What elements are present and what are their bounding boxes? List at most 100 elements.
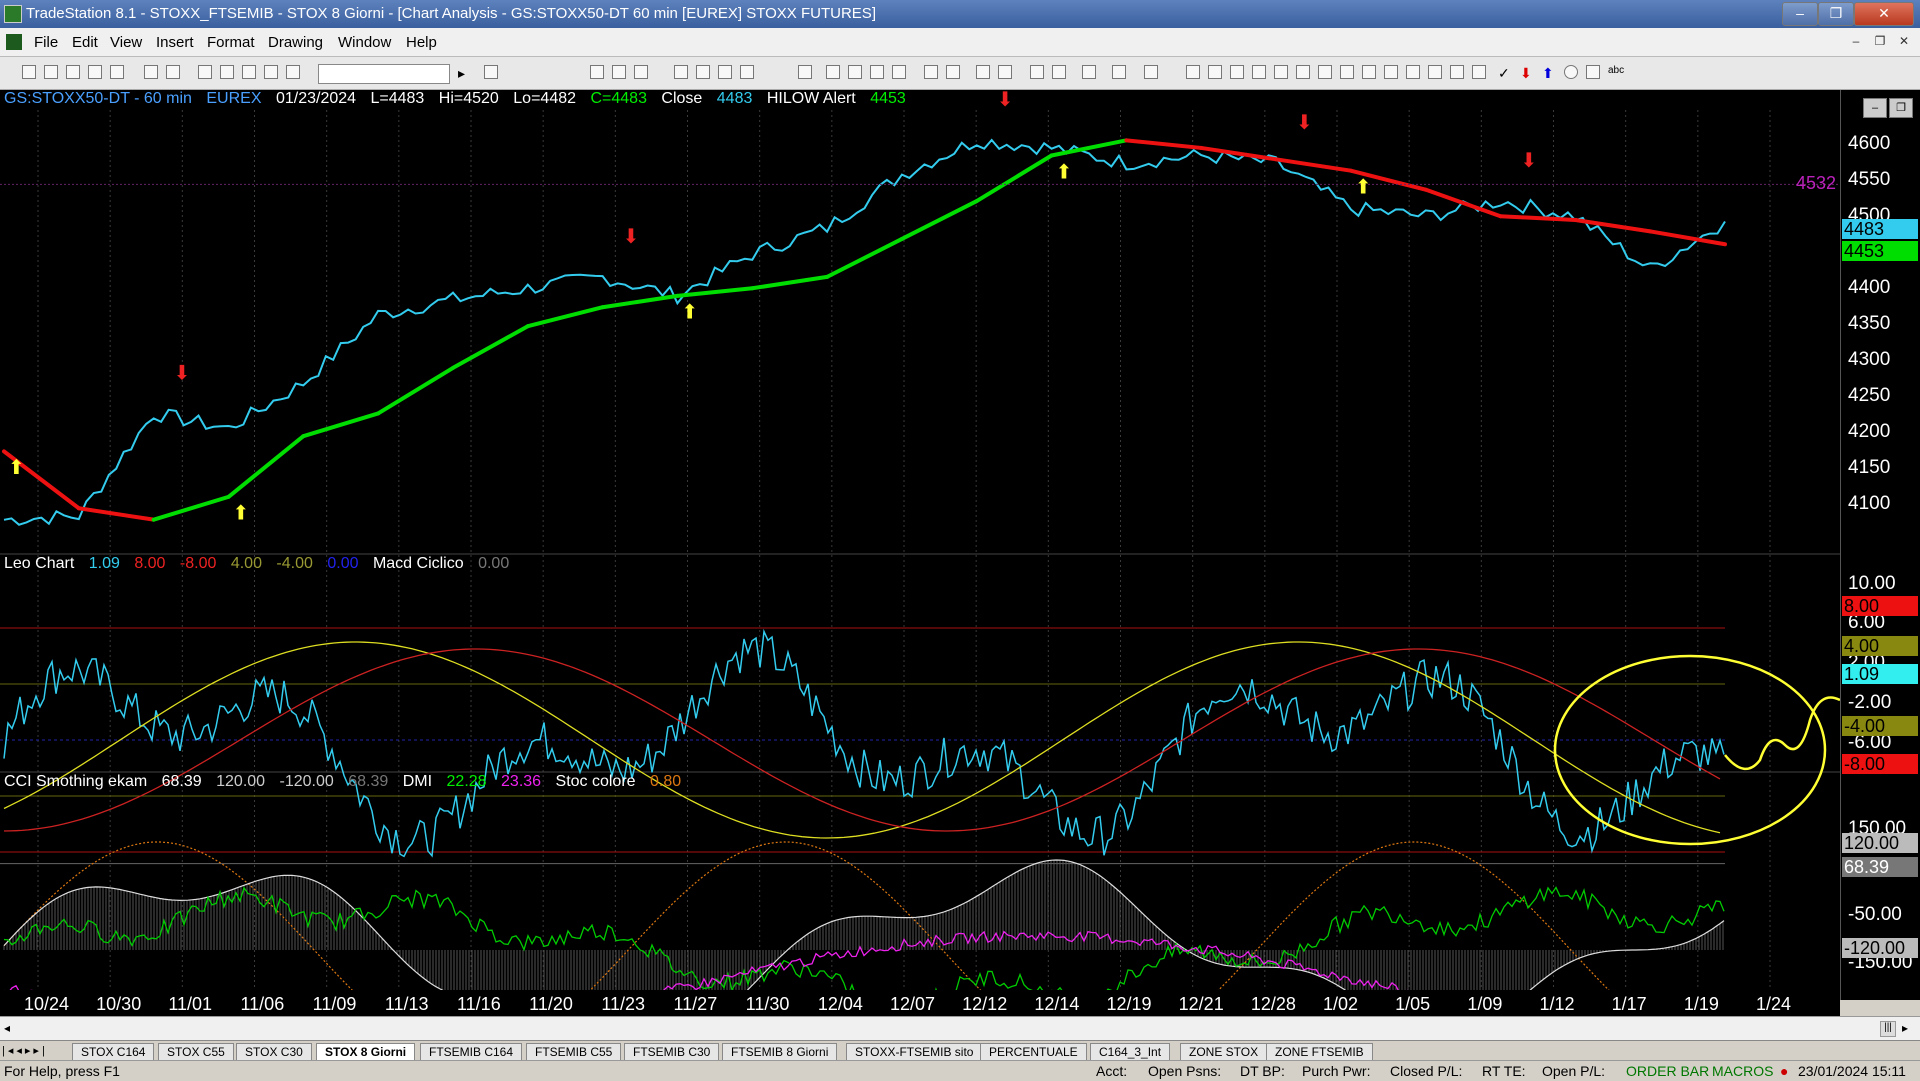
- print-icon[interactable]: [166, 65, 180, 79]
- bar-icon[interactable]: [612, 65, 626, 79]
- zoom-out-icon[interactable]: [998, 65, 1012, 79]
- tab-zone-ftsemib[interactable]: ZONE FTSEMIB: [1266, 1043, 1373, 1061]
- mdi-close-icon[interactable]: ✕: [1894, 32, 1914, 50]
- angle-icon[interactable]: [1362, 65, 1376, 79]
- osc-name: Leo Chart: [4, 555, 75, 572]
- speed-icon[interactable]: [1340, 65, 1354, 79]
- close-button[interactable]: ✕: [1854, 2, 1914, 26]
- spread-icon[interactable]: [870, 65, 884, 79]
- menu-edit[interactable]: Edit: [72, 34, 98, 51]
- magnify-icon[interactable]: [892, 65, 906, 79]
- bars-icon[interactable]: [848, 65, 862, 79]
- menu-insert[interactable]: Insert: [156, 34, 194, 51]
- data-icon[interactable]: [740, 65, 754, 79]
- combo-arrow-icon[interactable]: ▸: [458, 65, 472, 81]
- scroll-left-icon[interactable]: ◂: [4, 1021, 10, 1035]
- save-icon[interactable]: [144, 65, 158, 79]
- chart-canvas[interactable]: ⬇ ⬇ ⬇ ⬇ ⬇ ⬆ ⬆ ⬆ ⬆ ⬆: [0, 90, 1840, 1000]
- menu-window[interactable]: Window: [338, 34, 391, 51]
- tab-ftsemib-8-giorni[interactable]: FTSEMIB 8 Giorni: [722, 1043, 838, 1061]
- pane-restore-icon[interactable]: ❐: [1889, 98, 1913, 118]
- trendline-icon[interactable]: [1186, 65, 1200, 79]
- tab-zone-stox[interactable]: ZONE STOX: [1180, 1043, 1268, 1061]
- scroll-left-icon[interactable]: [924, 65, 938, 79]
- folder-icon[interactable]: [110, 65, 124, 79]
- symbol-combo[interactable]: [318, 64, 450, 84]
- scroll-thumb[interactable]: |||: [1880, 1021, 1896, 1037]
- mdi-restore-icon[interactable]: ❐: [1870, 32, 1890, 50]
- format-icon[interactable]: [1112, 65, 1126, 79]
- lock-icon[interactable]: [242, 65, 256, 79]
- menu-file[interactable]: File: [34, 34, 58, 51]
- tab-stox-8-giorni[interactable]: STOX 8 Giorni: [316, 1043, 416, 1061]
- refresh-icon[interactable]: [718, 65, 732, 79]
- chart-style-icon[interactable]: [590, 65, 604, 79]
- layout2-icon[interactable]: [220, 65, 234, 79]
- cycle-icon[interactable]: [1450, 65, 1464, 79]
- tab-stoxx-ftsemib-sito[interactable]: STOXX-FTSEMIB sito: [846, 1043, 983, 1061]
- status-order-bar[interactable]: ORDER BAR: [1626, 1063, 1709, 1079]
- text-icon[interactable]: abc: [1608, 65, 1624, 79]
- copy-icon[interactable]: [66, 65, 80, 79]
- tab-stox-c30[interactable]: STOX C30: [236, 1043, 312, 1061]
- tab-c164-3-int[interactable]: C164_3_Int: [1090, 1043, 1171, 1061]
- menu-drawing[interactable]: Drawing: [268, 34, 323, 51]
- gann-icon[interactable]: [1318, 65, 1332, 79]
- minimize-button[interactable]: ‒: [1782, 2, 1818, 26]
- scroll-right-icon[interactable]: [946, 65, 960, 79]
- radar-icon[interactable]: [798, 65, 812, 79]
- menu-help[interactable]: Help: [406, 34, 437, 51]
- arc-icon[interactable]: [1274, 65, 1288, 79]
- pointer2-icon[interactable]: [1052, 65, 1066, 79]
- hammer-icon[interactable]: [1082, 65, 1096, 79]
- menu-format[interactable]: Format: [207, 34, 255, 51]
- open-icon[interactable]: [44, 65, 58, 79]
- tools-icon[interactable]: [264, 65, 278, 79]
- tab-ftsemib-c164[interactable]: FTSEMIB C164: [420, 1043, 523, 1061]
- regression-icon[interactable]: [1428, 65, 1442, 79]
- strategy-icon[interactable]: [696, 65, 710, 79]
- tab-percentuale[interactable]: PERCENTUALE: [980, 1043, 1087, 1061]
- window-icon[interactable]: [1144, 65, 1158, 79]
- chart-area[interactable]: ⬇ ⬇ ⬇ ⬇ ⬇ ⬆ ⬆ ⬆ ⬆ ⬆ GS:STOXX50-DT - 60 min EUREX …: [0, 90, 1840, 1000]
- fan-icon[interactable]: [1296, 65, 1310, 79]
- arrow-up-icon[interactable]: ⬆: [1542, 65, 1556, 81]
- cci-pane-header: CCI Smothing ekam 68.39 120.00 -120.00 6…: [4, 773, 691, 791]
- mdi-minimize-icon[interactable]: ‒: [1846, 32, 1866, 50]
- arrow-down-icon[interactable]: ⬇: [1520, 65, 1534, 81]
- ellipse-icon[interactable]: [1564, 65, 1578, 79]
- status-macros[interactable]: MACROS: [1712, 1063, 1773, 1079]
- indicator-icon[interactable]: [674, 65, 688, 79]
- chart-icon[interactable]: [826, 65, 840, 79]
- document-icon[interactable]: [6, 34, 22, 50]
- new-icon[interactable]: [22, 65, 36, 79]
- rectangle-icon[interactable]: [1586, 65, 1600, 79]
- paste-icon[interactable]: [88, 65, 102, 79]
- tab-stox-c55[interactable]: STOX C55: [158, 1043, 234, 1061]
- ma-segment: [525, 305, 605, 329]
- maximize-button[interactable]: ❐: [1818, 2, 1854, 26]
- pitchfork-icon[interactable]: [1472, 65, 1486, 79]
- layout-icon[interactable]: [198, 65, 212, 79]
- tab-stox-c164[interactable]: STOX C164: [72, 1043, 155, 1061]
- pointer-icon[interactable]: [1030, 65, 1044, 79]
- horizontal-lines-icon[interactable]: [1230, 65, 1244, 79]
- osc-v7: 0.00: [478, 555, 510, 572]
- globe-icon[interactable]: [286, 65, 300, 79]
- tab-ftsemib-c30[interactable]: FTSEMIB C30: [624, 1043, 720, 1061]
- candle-icon[interactable]: [634, 65, 648, 79]
- scroll-right-icon[interactable]: ▸: [1902, 1021, 1908, 1035]
- checkmark-icon[interactable]: ✓: [1498, 65, 1512, 81]
- tab-nav-icon[interactable]: |◂◂▸▸|: [2, 1044, 48, 1057]
- zoom-in-icon[interactable]: [976, 65, 990, 79]
- menu-view[interactable]: View: [110, 34, 142, 51]
- channel-icon[interactable]: [1406, 65, 1420, 79]
- range-icon[interactable]: [1384, 65, 1398, 79]
- fib-icon[interactable]: [1252, 65, 1266, 79]
- vertical-lines-icon[interactable]: [1208, 65, 1222, 79]
- pane-minimize-icon[interactable]: ‒: [1863, 98, 1887, 118]
- tab-ftsemib-c55[interactable]: FTSEMIB C55: [526, 1043, 622, 1061]
- chart-scrollbar[interactable]: ◂ ||| ▸: [0, 1016, 1920, 1041]
- find-icon[interactable]: [484, 65, 498, 79]
- header-high: Hi=4520: [438, 90, 499, 107]
